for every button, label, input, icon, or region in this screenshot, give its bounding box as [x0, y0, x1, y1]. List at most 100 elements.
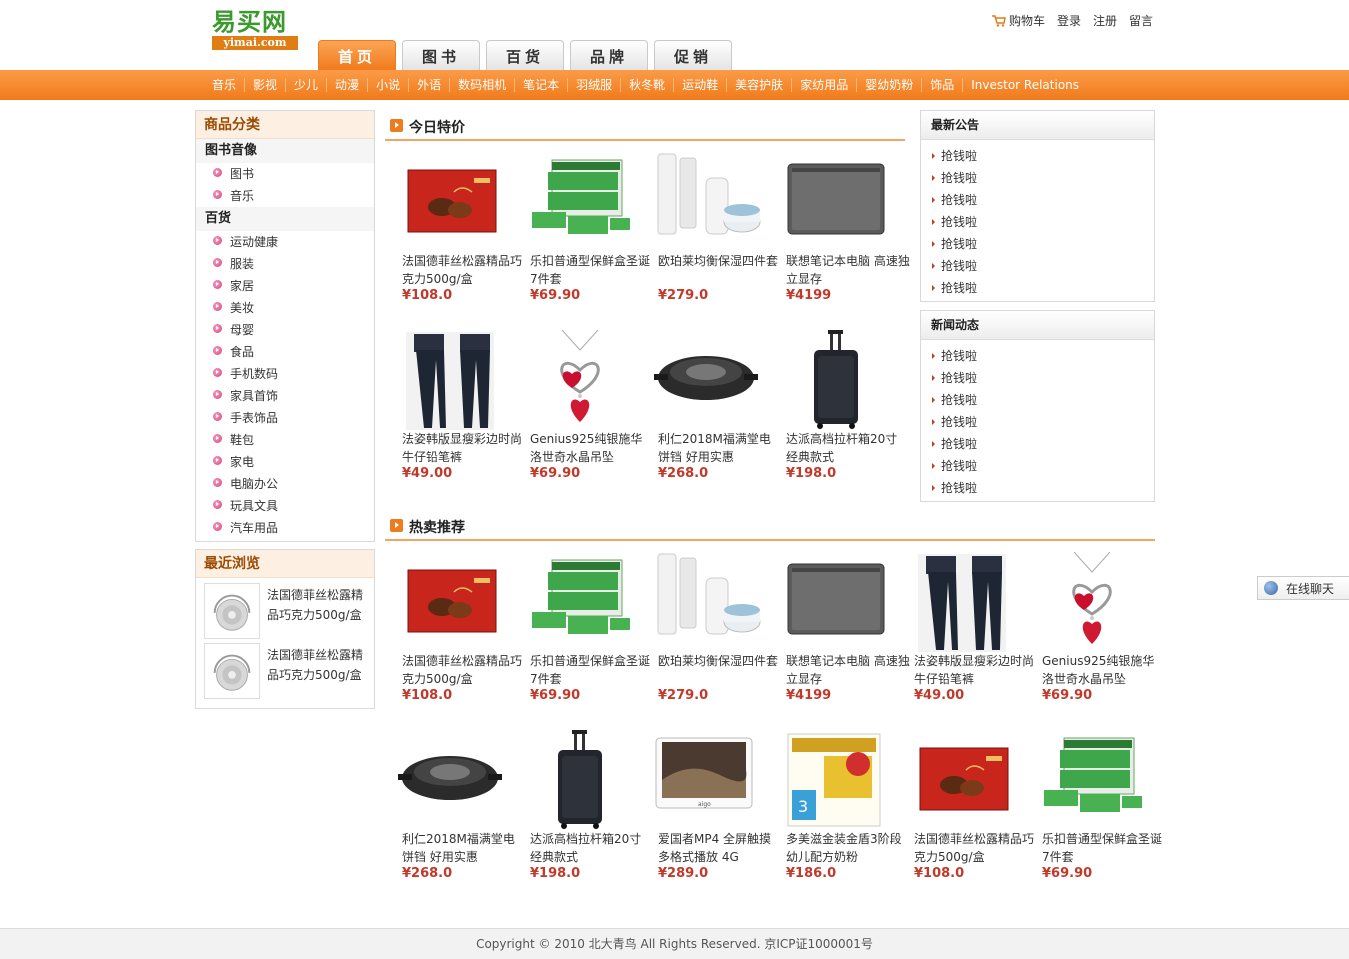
nav-item[interactable]: 羽绒服: [567, 78, 620, 92]
cosmetics-icon[interactable]: [650, 552, 762, 652]
category-item[interactable]: 食品: [196, 341, 374, 363]
category-item[interactable]: 音乐: [196, 185, 374, 207]
tab-general-goods[interactable]: 百货: [486, 40, 564, 71]
nav-item[interactable]: Investor Relations: [962, 78, 1087, 92]
nav-item[interactable]: 笔记本: [514, 78, 567, 92]
category-item[interactable]: 手表饰品: [196, 407, 374, 429]
nav-item[interactable]: 秋冬靴: [620, 78, 673, 92]
heart-pendant-icon[interactable]: [522, 330, 634, 430]
login-link[interactable]: 登录: [1057, 12, 1081, 29]
news-item[interactable]: 抢钱啦: [921, 433, 1154, 455]
category-item[interactable]: 玩具文具: [196, 495, 374, 517]
recent-item[interactable]: 法国德菲丝松露精品巧克力500g/盒: [204, 643, 368, 699]
nav-item[interactable]: 运动鞋: [673, 78, 726, 92]
online-chat-button[interactable]: 在线聊天: [1257, 576, 1349, 600]
nav-item[interactable]: 动漫: [326, 78, 367, 92]
notice-item[interactable]: 抢钱啦: [921, 167, 1154, 189]
product-name[interactable]: 法国德菲丝松露精品巧克力500g/盒: [402, 652, 526, 688]
category-item[interactable]: 汽车用品: [196, 517, 374, 539]
nav-item[interactable]: 家纺用品: [791, 78, 856, 92]
product-name[interactable]: 达派高档拉杆箱20寸 经典款式: [530, 830, 654, 866]
chocolate-box-icon[interactable]: [394, 552, 506, 652]
griddle-icon[interactable]: [394, 730, 506, 830]
tab-brands[interactable]: 品牌: [570, 40, 648, 71]
griddle-icon[interactable]: [650, 330, 762, 430]
nav-item[interactable]: 影视: [244, 78, 285, 92]
news-item[interactable]: 抢钱啦: [921, 455, 1154, 477]
product-name[interactable]: Genius925纯银施华洛世奇水晶吊坠: [530, 430, 654, 466]
cart-link[interactable]: 购物车: [992, 12, 1045, 29]
jeans-icon[interactable]: [906, 552, 1018, 652]
product-name[interactable]: 乐扣普通型保鲜盒圣诞7件套: [530, 652, 654, 688]
globe-icon: [1264, 581, 1278, 595]
category-item[interactable]: 家具首饰: [196, 385, 374, 407]
milk-powder-icon[interactable]: 3: [778, 730, 890, 830]
nav-item[interactable]: 外语: [408, 78, 449, 92]
product-name[interactable]: 欧珀莱均衡保湿四件套: [658, 252, 782, 270]
cosmetics-icon[interactable]: [650, 152, 762, 252]
nav-item[interactable]: 饰品: [921, 78, 962, 92]
laptop-icon[interactable]: [778, 552, 890, 652]
site-logo[interactable]: 易买网 yimai.com: [212, 8, 298, 52]
category-item[interactable]: 手机数码: [196, 363, 374, 385]
mp4-player-icon[interactable]: aigo: [650, 730, 762, 830]
tab-home[interactable]: 首页: [318, 40, 396, 71]
category-item[interactable]: 运动健康: [196, 231, 374, 253]
product-name[interactable]: Genius925纯银施华洛世奇水晶吊坠: [1042, 652, 1166, 688]
product-name[interactable]: 多美滋金装金盾3阶段幼儿配方奶粉: [786, 830, 910, 866]
product-name[interactable]: 爱国者MP4 全屏触摸多格式播放 4G: [658, 830, 782, 866]
nav-item[interactable]: 婴幼奶粉: [856, 78, 921, 92]
food-container-icon[interactable]: [1034, 730, 1146, 830]
product-name[interactable]: 法姿韩版显瘦彩边时尚牛仔铅笔裤: [402, 430, 526, 466]
heart-pendant-icon[interactable]: [1034, 552, 1146, 652]
product-name[interactable]: 联想笔记本电脑 高速独立显存: [786, 252, 910, 288]
product-name[interactable]: 欧珀莱均衡保湿四件套: [658, 652, 782, 670]
nav-item[interactable]: 少儿: [285, 78, 326, 92]
register-link[interactable]: 注册: [1093, 12, 1117, 29]
category-item[interactable]: 电脑办公: [196, 473, 374, 495]
category-item[interactable]: 鞋包: [196, 429, 374, 451]
product-name[interactable]: 达派高档拉杆箱20寸 经典款式: [786, 430, 910, 466]
notice-item[interactable]: 抢钱啦: [921, 211, 1154, 233]
product-name[interactable]: 乐扣普通型保鲜盒圣诞7件套: [1042, 830, 1166, 866]
suitcase-icon[interactable]: [522, 730, 634, 830]
jeans-icon[interactable]: [394, 330, 506, 430]
suitcase-icon[interactable]: [778, 330, 890, 430]
notice-item[interactable]: 抢钱啦: [921, 255, 1154, 277]
notice-item[interactable]: 抢钱啦: [921, 277, 1154, 299]
message-link[interactable]: 留言: [1129, 12, 1153, 29]
tab-promotions[interactable]: 促销: [654, 40, 732, 71]
product-name[interactable]: 法国德菲丝松露精品巧克力500g/盒: [402, 252, 526, 288]
product-name[interactable]: 法国德菲丝松露精品巧克力500g/盒: [914, 830, 1038, 866]
nav-item[interactable]: 小说: [367, 78, 408, 92]
category-item[interactable]: 母婴: [196, 319, 374, 341]
category-item[interactable]: 图书: [196, 163, 374, 185]
nav-item[interactable]: 数码相机: [449, 78, 514, 92]
category-item[interactable]: 美妆: [196, 297, 374, 319]
nav-item[interactable]: 美容护肤: [726, 78, 791, 92]
news-item[interactable]: 抢钱啦: [921, 389, 1154, 411]
laptop-icon[interactable]: [778, 152, 890, 252]
news-item[interactable]: 抢钱啦: [921, 477, 1154, 499]
product-name[interactable]: 利仁2018M福满堂电饼铛 好用实惠: [658, 430, 782, 466]
notice-item[interactable]: 抢钱啦: [921, 189, 1154, 211]
notice-item[interactable]: 抢钱啦: [921, 145, 1154, 167]
product-name[interactable]: 法姿韩版显瘦彩边时尚牛仔铅笔裤: [914, 652, 1038, 688]
product-name[interactable]: 乐扣普通型保鲜盒圣诞7件套: [530, 252, 654, 288]
nav-item[interactable]: 音乐: [204, 78, 244, 92]
product-name[interactable]: 利仁2018M福满堂电饼铛 好用实惠: [402, 830, 526, 866]
food-container-icon[interactable]: [522, 552, 634, 652]
notice-item[interactable]: 抢钱啦: [921, 233, 1154, 255]
recent-item[interactable]: 法国德菲丝松露精品巧克力500g/盒: [204, 583, 368, 639]
tab-books[interactable]: 图书: [402, 40, 480, 71]
chocolate-box-icon[interactable]: [906, 730, 1018, 830]
category-item[interactable]: 家电: [196, 451, 374, 473]
chocolate-box-icon[interactable]: [394, 152, 506, 252]
news-item[interactable]: 抢钱啦: [921, 345, 1154, 367]
product-name[interactable]: 联想笔记本电脑 高速独立显存: [786, 652, 910, 688]
news-item[interactable]: 抢钱啦: [921, 411, 1154, 433]
food-container-icon[interactable]: [522, 152, 634, 252]
category-item[interactable]: 家居: [196, 275, 374, 297]
news-item[interactable]: 抢钱啦: [921, 367, 1154, 389]
category-item[interactable]: 服装: [196, 253, 374, 275]
